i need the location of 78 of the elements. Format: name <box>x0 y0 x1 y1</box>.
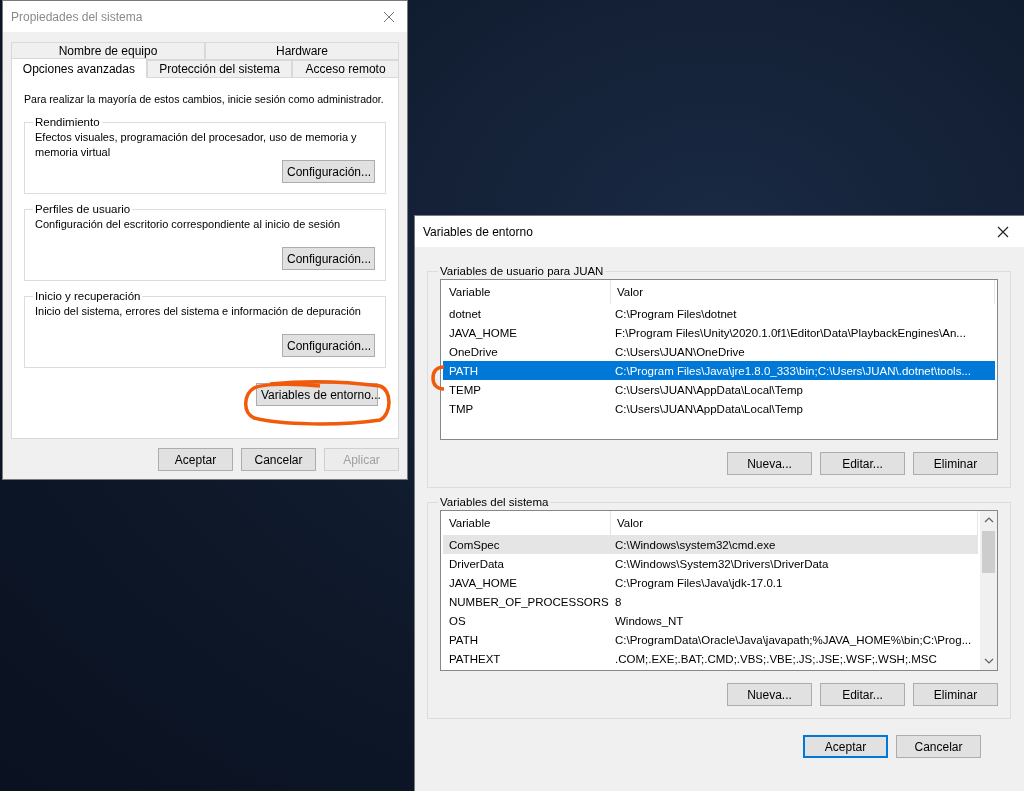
list-button[interactable]: Editar... <box>820 683 905 706</box>
variable-value: 8 <box>614 595 623 608</box>
group-title: Variables del sistema <box>439 496 550 508</box>
variable-row[interactable]: TEMP C:\Users\JUAN\AppData\Local\Temp <box>443 380 995 399</box>
variable-row[interactable]: JAVA_HOME F:\Program Files\Unity\2020.1.0f1\Editor\Data\PlaybackEngines\An... <box>443 323 995 342</box>
variable-row[interactable]: ComSpec C:\Windows\system32\cmd.exe <box>443 535 978 554</box>
window-title: Propiedades del sistema <box>11 9 143 24</box>
variable-name: OS <box>448 614 467 627</box>
variable-name: PATH <box>448 633 479 646</box>
close-icon[interactable] <box>997 225 1009 238</box>
column-header[interactable]: Variable <box>443 280 611 304</box>
variable-name: NUMBER_OF_PROCESSORS <box>448 595 609 608</box>
group-description: Efectos visuales, programación del procesador, uso de memoria y memoria virtual <box>35 130 358 160</box>
variable-name: ComSpec <box>448 538 501 551</box>
dialog-button[interactable]: Aceptar <box>158 448 233 471</box>
variable-value: C:\Program Files\Java\jdk-17.0.1 <box>614 576 784 589</box>
variables-list[interactable] <box>440 279 998 440</box>
variable-name: OneDrive <box>448 345 499 358</box>
variable-value: C:\ProgramData\Oracle\Java\javapath;%JAVA_HOME%\bin;C:\Prog... <box>614 633 973 646</box>
list-button[interactable]: Nueva... <box>727 683 812 706</box>
variable-value: C:\Program Files\Java\jre1.8.0_333\bin;C:\Users\JUAN\.dotnet\tools... <box>614 364 972 377</box>
group-description: Configuración del escritorio correspondiente al inicio de sesión <box>35 217 342 232</box>
group-title: Inicio y recuperación <box>34 290 142 302</box>
variable-name: TMP <box>448 402 475 415</box>
tab[interactable]: Opciones avanzadas <box>11 58 147 78</box>
variable-value: C:\Windows\System32\Drivers\DriverData <box>614 557 830 570</box>
scrollbar[interactable] <box>980 511 997 670</box>
group-description: Inicio del sistema, errores del sistema e información de depuración <box>35 304 362 319</box>
dialog-button[interactable]: Cancelar <box>241 448 316 471</box>
settings-button[interactable]: Configuración... <box>282 247 375 270</box>
dialog-button[interactable]: Cancelar <box>896 735 981 758</box>
scroll-down-icon[interactable] <box>983 656 994 666</box>
variable-value: C:\Users\JUAN\AppData\Local\Temp <box>614 383 804 396</box>
variable-row[interactable]: PATH C:\ProgramData\Oracle\Java\javapath;%JAVA_HOME%\bin;C:\Prog... <box>443 630 978 649</box>
variable-value: Windows_NT <box>614 614 685 627</box>
variable-row[interactable]: OS Windows_NT <box>443 611 978 630</box>
variable-name: PATHEXT <box>448 652 502 665</box>
tab[interactable]: Acceso remoto <box>292 60 399 78</box>
variable-row[interactable]: OneDrive C:\Users\JUAN\OneDrive <box>443 342 995 361</box>
variable-row[interactable]: PATH C:\Program Files\Java\jre1.8.0_333\bin;C:\Users\JUAN\.dotnet\tools... <box>443 361 995 380</box>
variable-name: DriverData <box>448 557 505 570</box>
variable-row[interactable]: dotnet C:\Program Files\dotnet <box>443 304 995 323</box>
window-title: Variables de entorno <box>423 224 533 239</box>
variable-name: PATH <box>448 364 479 377</box>
variable-value: C:\Windows\system32\cmd.exe <box>614 538 777 551</box>
variable-value: C:\Users\JUAN\AppData\Local\Temp <box>614 402 804 415</box>
variable-name: TEMP <box>448 383 482 396</box>
tab[interactable]: Nombre de equipo <box>11 42 205 60</box>
scroll-up-icon[interactable] <box>983 515 994 525</box>
dialog-button[interactable]: Aceptar <box>803 735 888 758</box>
list-button[interactable]: Nueva... <box>727 452 812 475</box>
variables-list[interactable] <box>440 510 998 671</box>
variable-row[interactable]: TMP C:\Users\JUAN\AppData\Local\Temp <box>443 399 995 418</box>
group-title: Variables de usuario para JUAN <box>439 265 605 277</box>
scroll-thumb[interactable] <box>982 531 995 573</box>
settings-button[interactable]: Configuración... <box>282 160 375 183</box>
list-button[interactable]: Eliminar <box>913 683 998 706</box>
tab[interactable]: Protección del sistema <box>146 60 293 78</box>
variable-name: JAVA_HOME <box>448 576 518 589</box>
variable-value: C:\Users\JUAN\OneDrive <box>614 345 746 358</box>
variable-row[interactable]: PATHEXT .COM;.EXE;.BAT;.CMD;.VBS;.VBE;.JS;.JSE;.WSF;.WSH;.MSC <box>443 649 978 668</box>
column-header[interactable]: Valor <box>611 280 995 304</box>
list-button[interactable]: Editar... <box>820 452 905 475</box>
variable-row[interactable]: JAVA_HOME C:\Program Files\Java\jdk-17.0.1 <box>443 573 978 592</box>
variable-row[interactable]: DriverData C:\Windows\System32\Drivers\DriverData <box>443 554 978 573</box>
tab[interactable]: Hardware <box>205 42 399 60</box>
variable-value: C:\Program Files\dotnet <box>614 307 738 320</box>
variable-name: JAVA_HOME <box>448 326 518 339</box>
variable-name: dotnet <box>448 307 482 320</box>
variable-value: F:\Program Files\Unity\2020.1.0f1\Editor\Data\PlaybackEngines\An... <box>614 326 967 339</box>
list-button[interactable]: Eliminar <box>913 452 998 475</box>
group-title: Rendimiento <box>34 116 101 128</box>
highlight-mark <box>430 364 446 392</box>
admin-notice: Para realizar la mayoría de estos cambios, inicie sesión como administrador. <box>24 92 384 107</box>
settings-button[interactable]: Configuración... <box>282 334 375 357</box>
variable-value: .COM;.EXE;.BAT;.CMD;.VBS;.VBE;.JS;.JSE;.WSF;.WSH;.MSC <box>614 652 938 665</box>
group-title: Perfiles de usuario <box>34 203 132 215</box>
variable-row[interactable]: NUMBER_OF_PROCESSORS 8 <box>443 592 978 611</box>
